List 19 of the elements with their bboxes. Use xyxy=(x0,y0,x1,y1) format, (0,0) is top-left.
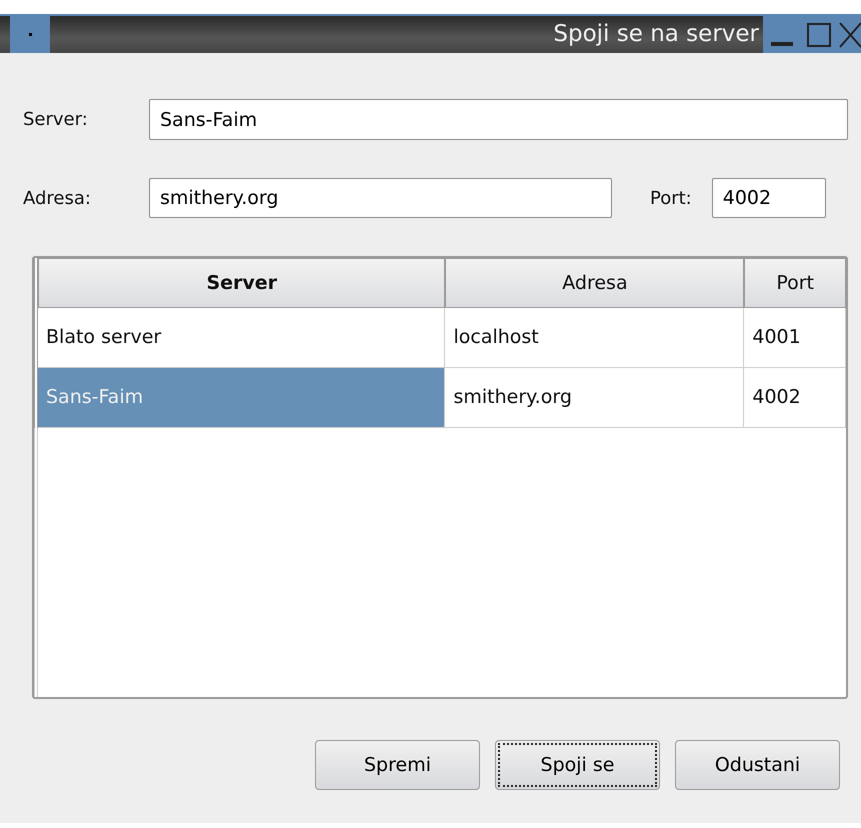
table-cell[interactable]: smithery.org xyxy=(445,368,744,428)
field-label: Server: xyxy=(23,108,89,132)
address-field[interactable]: smithery.org xyxy=(149,178,612,218)
field-label: Port: xyxy=(650,186,692,210)
table-cell[interactable]: 4001 xyxy=(744,308,846,368)
dialog-button[interactable]: Spoji se xyxy=(495,740,660,790)
port-field[interactable]: 4002 xyxy=(712,178,826,218)
column-header[interactable]: Adresa xyxy=(445,258,744,308)
server-field[interactable]: Sans-Faim xyxy=(149,99,848,140)
column-header[interactable]: Server xyxy=(38,258,446,308)
close-icon[interactable] xyxy=(837,16,861,53)
column-header[interactable]: Port xyxy=(744,258,846,308)
table-cell[interactable]: localhost xyxy=(445,308,744,368)
dialog-button[interactable]: Odustani xyxy=(675,740,840,790)
window-title: Spoji se na server xyxy=(552,20,760,50)
table-cell[interactable]: 4002 xyxy=(744,368,846,428)
dialog-button[interactable]: Spremi xyxy=(315,740,480,790)
minimize-icon[interactable] xyxy=(763,16,800,53)
field-label: Adresa: xyxy=(23,186,92,210)
